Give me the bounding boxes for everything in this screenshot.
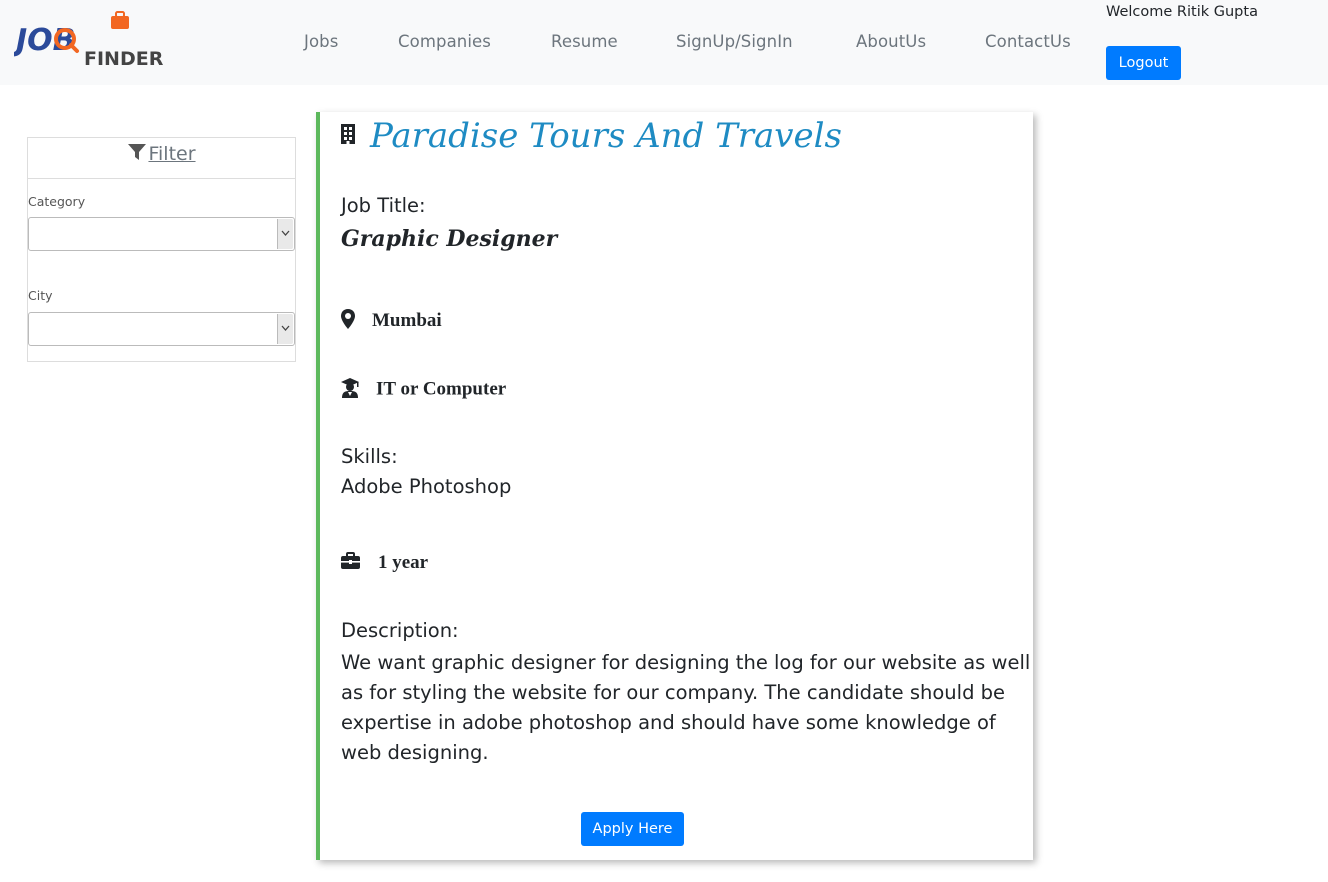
job-location: Mumbai [372, 310, 442, 331]
filter-panel: Filter Category City [27, 137, 296, 362]
graduate-icon [340, 377, 360, 402]
apply-button[interactable]: Apply Here [581, 812, 684, 846]
description-label: Description: [341, 619, 459, 642]
logo-text-finder: FINDER [84, 48, 164, 70]
filter-icon [127, 142, 147, 166]
chevron-down-icon[interactable] [277, 314, 293, 344]
experience-row: 1 year [340, 552, 428, 574]
job-description: We want graphic designer for designing t… [341, 651, 1031, 764]
chevron-down-icon[interactable] [277, 219, 293, 249]
skills-value: Adobe Photoshop [341, 475, 512, 498]
filter-title[interactable]: Filter [148, 143, 195, 165]
location-row: Mumbai [340, 308, 442, 334]
job-title-label: Job Title: [341, 194, 426, 217]
building-icon [340, 123, 356, 149]
nav-signup-signin[interactable]: SignUp/SignIn [676, 32, 793, 51]
nav-resume[interactable]: Resume [551, 32, 618, 51]
map-marker-icon [340, 308, 356, 334]
logo-graphic: JOB FINDER [11, 11, 164, 70]
header: JOB FINDER Jobs Companies Resume SignUp/… [0, 0, 1328, 85]
briefcase-icon [340, 552, 361, 574]
category-select[interactable] [28, 217, 295, 251]
job-experience: 1 year [378, 552, 429, 573]
job-title: Graphic Designer [341, 226, 558, 252]
nav-contact-us[interactable]: ContactUs [985, 32, 1071, 51]
filter-header: Filter [28, 138, 295, 179]
city-select[interactable] [28, 312, 295, 346]
nav-jobs[interactable]: Jobs [304, 32, 338, 51]
company-heading: Paradise Tours And Travels [340, 116, 842, 156]
category-label: Category [28, 194, 86, 209]
city-label: City [28, 288, 53, 303]
job-card: Paradise Tours And Travels Job Title: Gr… [316, 112, 1033, 860]
jobfinder-logo[interactable]: JOB FINDER [11, 10, 166, 72]
logout-button[interactable]: Logout [1106, 46, 1181, 80]
category-row: IT or Computer [340, 377, 506, 402]
skills-label: Skills: [341, 445, 398, 468]
nav-about-us[interactable]: AboutUs [856, 32, 926, 51]
company-name[interactable]: Paradise Tours And Travels [370, 116, 842, 156]
welcome-text: Welcome Ritik Gupta [1106, 4, 1258, 20]
job-category: IT or Computer [376, 378, 507, 400]
nav-companies[interactable]: Companies [398, 32, 491, 51]
